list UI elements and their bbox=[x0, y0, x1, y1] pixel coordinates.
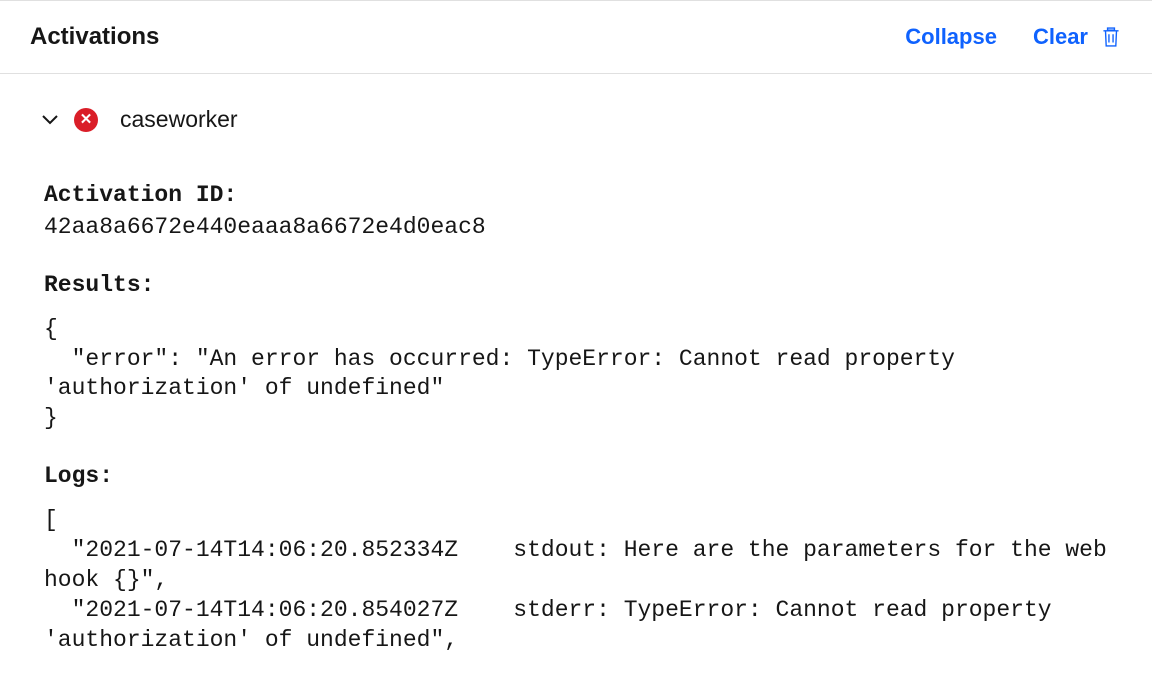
activation-id-value: 42aa8a6672e440eaaa8a6672e4d0eac8 bbox=[44, 213, 1108, 243]
results-body: { "error": "An error has occurred: TypeE… bbox=[44, 315, 1108, 435]
activation-row[interactable]: ✕ caseworker bbox=[0, 74, 1152, 149]
header-actions: Collapse Clear bbox=[905, 24, 1122, 50]
error-icon: ✕ bbox=[74, 108, 98, 132]
chevron-down-icon[interactable] bbox=[42, 115, 58, 125]
logs-body: [ "2021-07-14T14:06:20.852334Z stdout: H… bbox=[44, 506, 1108, 655]
clear-button[interactable]: Clear bbox=[1033, 24, 1088, 50]
clear-group: Clear bbox=[1033, 24, 1122, 50]
x-glyph: ✕ bbox=[80, 112, 93, 127]
panel-title: Activations bbox=[30, 23, 159, 51]
results-label: Results: bbox=[44, 271, 1108, 301]
activation-id-label: Activation ID: bbox=[44, 181, 1108, 211]
activations-panel: Activations Collapse Clear bbox=[0, 0, 1152, 656]
activation-details: Activation ID: 42aa8a6672e440eaaa8a6672e… bbox=[0, 149, 1152, 656]
activation-name: caseworker bbox=[120, 106, 238, 133]
logs-label: Logs: bbox=[44, 462, 1108, 492]
panel-header: Activations Collapse Clear bbox=[0, 1, 1152, 74]
trash-icon[interactable] bbox=[1100, 25, 1122, 49]
collapse-button[interactable]: Collapse bbox=[905, 24, 997, 50]
